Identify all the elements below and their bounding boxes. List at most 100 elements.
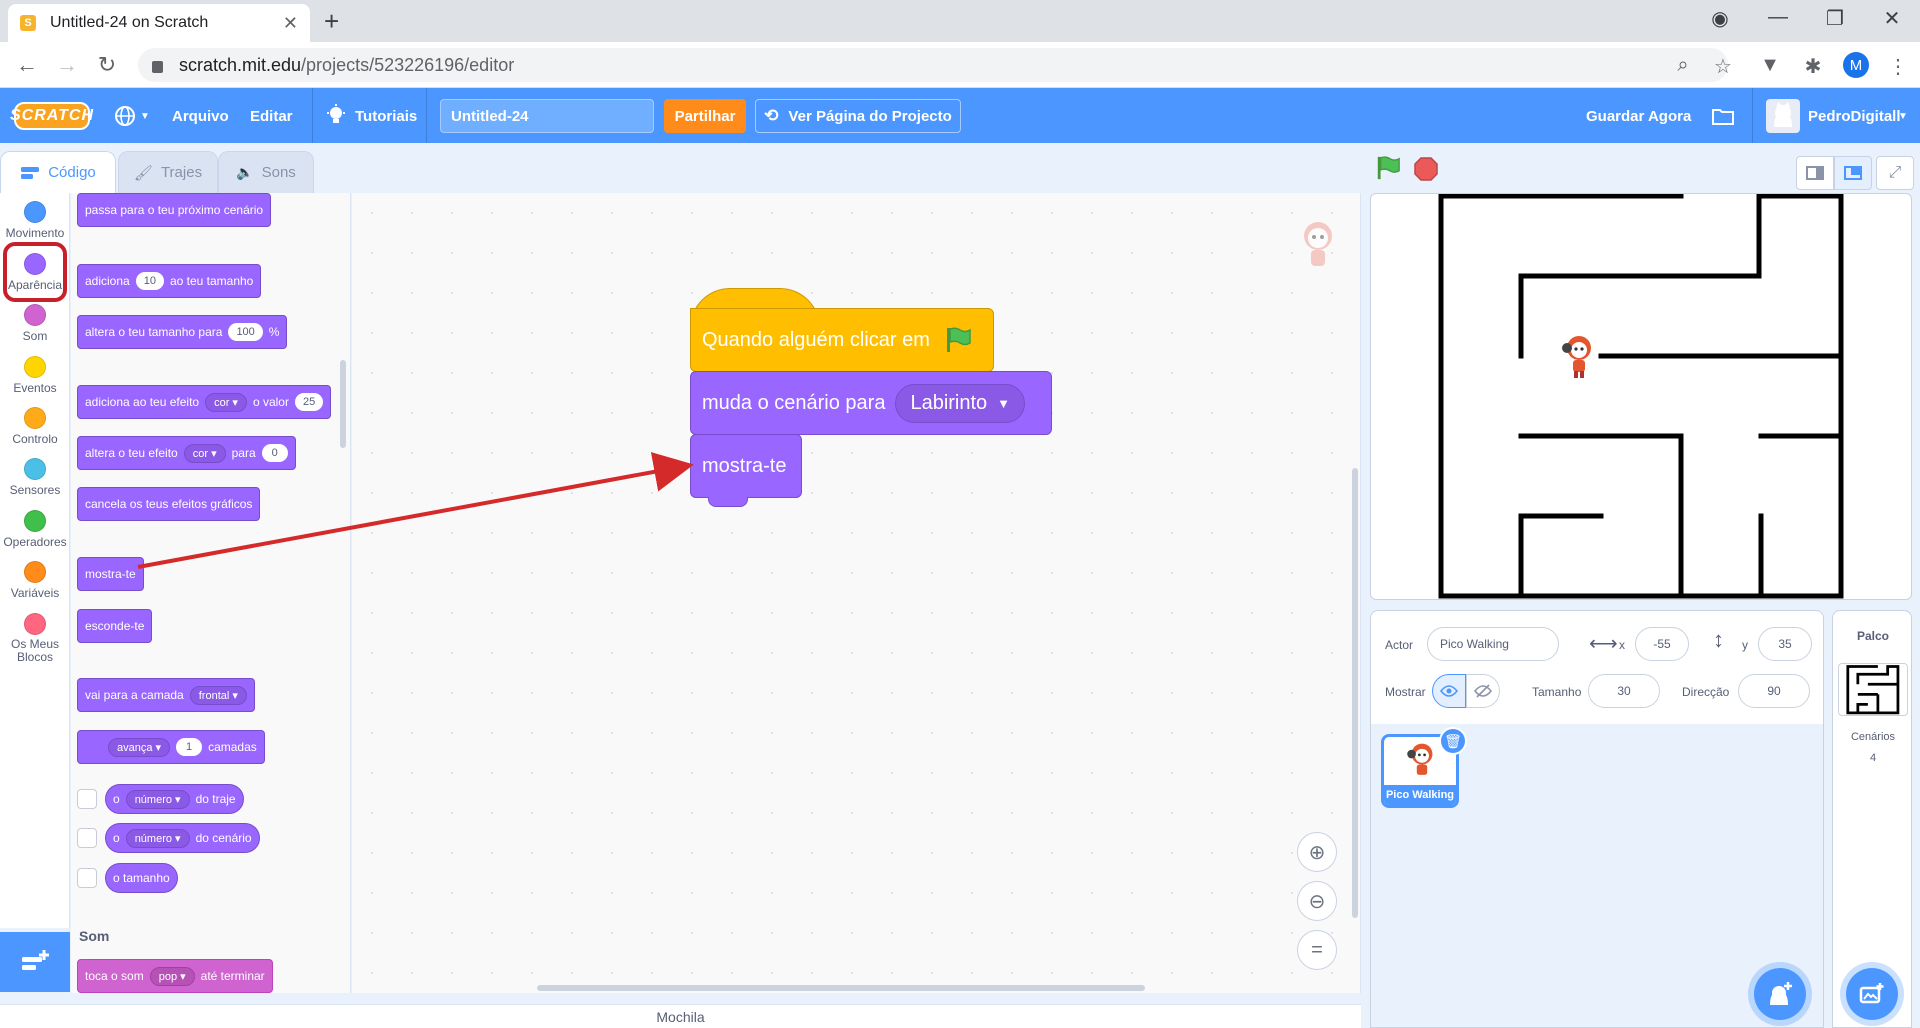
costume-property-dropdown[interactable]: número ▾ bbox=[125, 789, 190, 809]
user-avatar[interactable] bbox=[1766, 99, 1800, 133]
eye-off-icon bbox=[1474, 684, 1492, 698]
backdrop-dropdown[interactable]: Labirinto ▼ bbox=[895, 383, 1026, 423]
palette-scrollbar[interactable] bbox=[340, 360, 346, 448]
normal-stage-button[interactable] bbox=[1834, 156, 1872, 190]
category-operators[interactable]: Operadores bbox=[0, 510, 70, 549]
delete-sprite-button[interactable]: 🗑 bbox=[1439, 727, 1467, 755]
green-flag-button[interactable] bbox=[1375, 155, 1401, 186]
tab-costumes[interactable]: 🖌 Trajes bbox=[118, 151, 218, 193]
block-play-sound-until-done[interactable]: toca o som pop ▾ até terminar bbox=[77, 959, 273, 993]
add-extension-button[interactable] bbox=[0, 932, 70, 992]
size-change-input[interactable]: 10 bbox=[135, 272, 164, 290]
project-title-input[interactable] bbox=[440, 99, 654, 133]
category-events[interactable]: Eventos bbox=[0, 356, 70, 395]
show-visible-button[interactable] bbox=[1432, 674, 1466, 708]
forward-arrow-icon[interactable]: → bbox=[52, 52, 82, 78]
script-vertical-scrollbar[interactable] bbox=[1352, 468, 1358, 918]
add-backdrop-button[interactable] bbox=[1846, 968, 1898, 1020]
language-menu[interactable]: ▼ bbox=[114, 103, 154, 129]
block-hide[interactable]: esconde-te bbox=[77, 609, 153, 643]
my-stuff-folder-icon[interactable] bbox=[1712, 107, 1734, 125]
bookmark-star-icon[interactable]: ☆ bbox=[1710, 54, 1736, 79]
profile-avatar[interactable]: M bbox=[1843, 52, 1869, 78]
extension-shield-icon[interactable]: ▼ bbox=[1757, 54, 1783, 77]
small-stage-button[interactable] bbox=[1796, 156, 1834, 190]
y-position-input[interactable]: 35 bbox=[1758, 627, 1812, 661]
show-block[interactable]: mostra-te bbox=[690, 434, 802, 498]
hide-visible-button[interactable] bbox=[1466, 674, 1500, 708]
block-change-size[interactable]: adiciona 10 ao teu tamanho bbox=[77, 264, 262, 298]
fullscreen-button[interactable]: ⤢ bbox=[1876, 156, 1914, 190]
username-menu[interactable]: PedroDigitall bbox=[1808, 108, 1901, 125]
when-flag-clicked-block[interactable]: Quando alguém clicar em bbox=[690, 288, 994, 372]
reporter-size[interactable]: o tamanho bbox=[105, 863, 178, 893]
tab-code[interactable]: Código bbox=[0, 151, 116, 193]
category-sound[interactable]: Som bbox=[0, 304, 70, 343]
zoom-reset-button[interactable]: = bbox=[1297, 930, 1337, 970]
effect-value-input[interactable]: 0 bbox=[261, 444, 288, 462]
tutorials-button[interactable]: Tutoriais bbox=[355, 108, 417, 125]
reporter-costume[interactable]: o número ▾ do traje bbox=[105, 784, 244, 814]
layer-dropdown[interactable]: frontal ▾ bbox=[189, 685, 247, 705]
minimize-icon[interactable]: — bbox=[1758, 6, 1798, 29]
restore-icon[interactable]: ❐ bbox=[1815, 6, 1855, 31]
url-field[interactable]: scratch.mit.edu/projects/523226196/edito… bbox=[138, 48, 1728, 82]
direction-input[interactable]: 90 bbox=[1738, 674, 1810, 708]
x-position-input[interactable]: -55 bbox=[1635, 627, 1689, 661]
script-horizontal-scrollbar[interactable] bbox=[537, 985, 1145, 991]
effect-dropdown[interactable]: cor ▾ bbox=[183, 443, 226, 463]
share-button[interactable]: Partilhar bbox=[664, 99, 746, 133]
chevron-down-icon[interactable]: ▼ bbox=[1898, 111, 1908, 122]
block-set-effect[interactable]: altera o teu efeito cor ▾ para 0 bbox=[77, 436, 296, 470]
block-change-layer[interactable]: avança ▾ 1 camadas bbox=[77, 730, 265, 764]
size-input[interactable]: 30 bbox=[1588, 674, 1660, 708]
zoom-in-button[interactable]: ⊕ bbox=[1297, 832, 1337, 872]
block-next-backdrop[interactable]: passa para o teu próximo cenário bbox=[77, 193, 272, 227]
edit-menu[interactable]: Editar bbox=[250, 108, 293, 125]
category-my-blocks[interactable]: Os Meus Blocos bbox=[0, 613, 70, 664]
add-sprite-button[interactable] bbox=[1754, 968, 1806, 1020]
reload-icon[interactable]: ↻ bbox=[92, 52, 122, 78]
category-motion[interactable]: Movimento bbox=[0, 201, 70, 240]
browser-tab[interactable]: S Untitled-24 on Scratch ✕ bbox=[8, 4, 310, 42]
save-now-button[interactable]: Guardar Agora bbox=[1586, 108, 1691, 125]
sound-dropdown[interactable]: pop ▾ bbox=[149, 966, 195, 986]
layer-count-input[interactable]: 1 bbox=[176, 738, 203, 756]
zoom-magnifier-icon[interactable]: ⌕ bbox=[1670, 54, 1696, 77]
file-menu[interactable]: Arquivo bbox=[172, 108, 229, 125]
browser-menu-icon[interactable]: ⋮ bbox=[1885, 54, 1911, 79]
tab-search-icon[interactable]: ◉ bbox=[1700, 6, 1740, 31]
category-control[interactable]: Controlo bbox=[0, 407, 70, 446]
switch-backdrop-block[interactable]: muda o cenário para Labirinto ▼ bbox=[690, 371, 1052, 435]
block-set-size[interactable]: altera o teu tamanho para 100 % bbox=[77, 315, 288, 349]
sprite-name-input[interactable] bbox=[1427, 627, 1559, 661]
backdrop-reporter-checkbox[interactable] bbox=[77, 828, 97, 848]
back-arrow-icon[interactable]: ← bbox=[12, 52, 42, 78]
size-input[interactable]: 100 bbox=[228, 323, 263, 341]
new-tab-icon[interactable]: + bbox=[324, 6, 339, 36]
effect-dropdown[interactable]: cor ▾ bbox=[205, 392, 247, 412]
backpack-bar[interactable]: Mochila bbox=[0, 1004, 1361, 1028]
effect-value-input[interactable]: 25 bbox=[294, 393, 324, 411]
close-window-icon[interactable]: ✕ bbox=[1872, 6, 1912, 31]
layer-direction-dropdown[interactable]: avança ▾ bbox=[108, 737, 171, 757]
extensions-puzzle-icon[interactable]: ✱ bbox=[1800, 54, 1826, 79]
stage-thumbnail[interactable] bbox=[1838, 663, 1908, 716]
stop-button[interactable] bbox=[1414, 157, 1438, 186]
tab-sounds[interactable]: 🔈 Sons bbox=[218, 151, 314, 193]
size-reporter-checkbox[interactable] bbox=[77, 868, 97, 888]
costume-reporter-checkbox[interactable] bbox=[77, 789, 97, 809]
block-show[interactable]: mostra-te bbox=[77, 557, 144, 591]
block-change-effect[interactable]: adiciona ao teu efeito cor ▾ o valor 25 bbox=[77, 385, 332, 419]
close-tab-icon[interactable]: ✕ bbox=[283, 13, 298, 34]
zoom-out-button[interactable]: ⊖ bbox=[1297, 881, 1337, 921]
block-go-to-layer[interactable]: vai para a camada frontal ▾ bbox=[77, 678, 255, 712]
scratch-logo[interactable]: SCRATCH bbox=[10, 102, 93, 130]
category-sensing[interactable]: Sensores bbox=[0, 458, 70, 497]
stage-canvas[interactable] bbox=[1370, 193, 1912, 600]
backdrop-property-dropdown[interactable]: número ▾ bbox=[125, 828, 190, 848]
block-clear-effects[interactable]: cancela os teus efeitos gráficos bbox=[77, 487, 261, 521]
see-project-page-button[interactable]: ⟲ Ver Página do Projecto bbox=[755, 99, 961, 133]
reporter-backdrop[interactable]: o número ▾ do cenário bbox=[105, 823, 260, 853]
category-variables[interactable]: Variáveis bbox=[0, 561, 70, 600]
